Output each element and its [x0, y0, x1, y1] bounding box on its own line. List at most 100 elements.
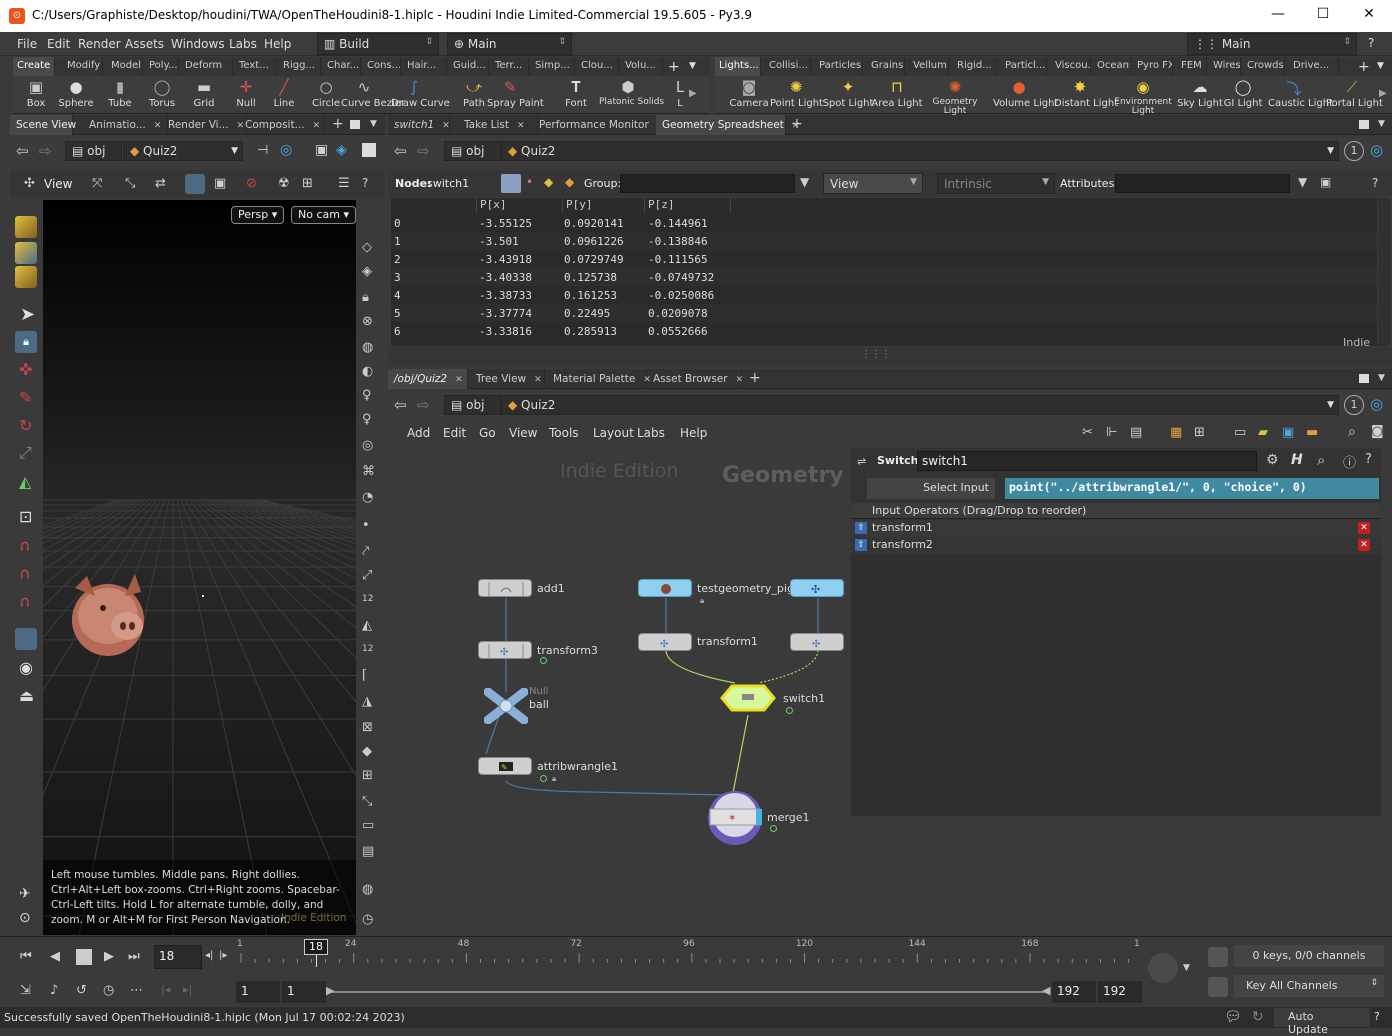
lighting-icon[interactable]: ◐: [362, 364, 373, 379]
link-icon[interactable]: ◎: [1370, 141, 1383, 159]
key-channels-combo[interactable]: Key All Channels ⇕: [1234, 975, 1384, 997]
chevron-down-icon[interactable]: ▼: [370, 119, 377, 129]
gear-icon[interactable]: ⚙: [1266, 452, 1279, 468]
edge-icon[interactable]: ◮: [362, 694, 372, 709]
handle-icon[interactable]: ✜: [19, 360, 32, 379]
image-icon[interactable]: ▣: [1282, 425, 1294, 440]
tree-icon[interactable]: ⊩: [1106, 425, 1117, 440]
pane-divider[interactable]: ⋮⋮⋮: [388, 347, 1392, 367]
tab-animation[interactable]: Animatio... ✕: [83, 115, 168, 135]
record-icon[interactable]: ◉: [19, 658, 33, 677]
select-input-expression[interactable]: point("../attribwrangle1/", 0, "choice",…: [1005, 478, 1379, 499]
menu-labs[interactable]: Labs: [229, 37, 257, 51]
tab-switch1[interactable]: switch1 ✕: [388, 115, 450, 135]
right-desktop-combo[interactable]: ⋮⋮ Main ⇕: [1187, 33, 1357, 55]
shelf-tool-geometry-light[interactable]: ✺ Geometry Light: [924, 78, 986, 116]
shelf-tab[interactable]: Collisi...: [765, 57, 811, 76]
snapshot-icon[interactable]: ▣: [315, 142, 328, 158]
link-icon[interactable]: ◎: [280, 142, 292, 158]
view-label[interactable]: View: [44, 177, 72, 191]
shelf-tool-sphere[interactable]: ● Sphere: [53, 78, 99, 109]
link-icon[interactable]: ◎: [1370, 395, 1383, 413]
current-frame-field[interactable]: 18: [154, 945, 202, 969]
help-icon[interactable]: ?: [1368, 36, 1374, 50]
help-icon[interactable]: ?: [1374, 1010, 1380, 1023]
range-left-handle-icon[interactable]: ▶: [326, 984, 334, 997]
shelf-tab[interactable]: Terr...: [491, 57, 529, 76]
shelf-tab[interactable]: Volu...: [621, 57, 663, 76]
audio-icon[interactable]: ♪: [50, 983, 58, 998]
range-start-jump-icon[interactable]: |◂: [161, 983, 170, 996]
loop-icon[interactable]: ↺: [76, 983, 87, 998]
lock-icon[interactable]: 🔒︎: [15, 331, 37, 353]
path-root[interactable]: ▤ obj: [444, 395, 501, 415]
chat-icon[interactable]: 💬︎: [1224, 1009, 1242, 1025]
corner-icon[interactable]: ⌈: [362, 668, 367, 683]
play-icon[interactable]: ▶: [104, 949, 114, 964]
path-node[interactable]: ◆ Quiz2 ▼: [501, 395, 1339, 415]
node-value[interactable]: switch1: [427, 177, 469, 190]
chevron-down-icon[interactable]: ▼: [1378, 373, 1385, 383]
shelf-tab[interactable]: Cons...: [363, 57, 401, 76]
menu-render[interactable]: Render: [78, 37, 121, 51]
vertices-mode-icon[interactable]: •: [526, 175, 533, 189]
camera-menu[interactable]: No cam ▾: [291, 206, 356, 224]
pane-link-badge[interactable]: 1: [1344, 141, 1364, 161]
maximize-pane-icon[interactable]: [1359, 374, 1369, 383]
sticky-note-icon[interactable]: ▰: [1258, 425, 1268, 440]
column-header[interactable]: P[y]: [563, 198, 645, 213]
options-icon[interactable]: ▣: [1320, 175, 1331, 189]
help-icon[interactable]: ?: [1372, 176, 1378, 190]
step-back-icon[interactable]: ◂|: [205, 950, 213, 961]
chevron-down-icon[interactable]: ▼: [1183, 963, 1190, 973]
add-shelf-icon[interactable]: +: [1358, 59, 1370, 75]
box-icon[interactable]: ▬: [1306, 425, 1318, 440]
node-testgeometry-2[interactable]: ✣: [790, 579, 844, 597]
background-icon[interactable]: ◔: [362, 490, 373, 505]
number-icon[interactable]: 12: [362, 644, 373, 654]
select-edge-icon[interactable]: [15, 266, 37, 288]
detail-mode-icon[interactable]: ◆: [565, 175, 574, 189]
remove-input-icon[interactable]: ✕: [1358, 539, 1370, 551]
menu-file[interactable]: File: [17, 37, 37, 51]
select-object-icon[interactable]: [15, 216, 37, 238]
forward-arrow-icon[interactable]: ⇨: [417, 142, 430, 160]
shelf-tab[interactable]: Rigid...: [953, 57, 997, 76]
help-h-icon[interactable]: H: [1291, 452, 1303, 468]
display-icon[interactable]: ◇: [362, 240, 372, 255]
camera-icon[interactable]: ◙: [1371, 424, 1384, 439]
shelf-tool-draw-curve[interactable]: ∫ Draw Curve: [391, 78, 450, 109]
shelf-scroll-icon[interactable]: ▶: [1379, 88, 1387, 99]
maximize-pane-icon[interactable]: [350, 120, 360, 129]
shelf-tool-font[interactable]: 𝐓 Font: [553, 78, 599, 109]
network-menu-help[interactable]: Help: [680, 426, 707, 440]
back-arrow-icon[interactable]: ⇦: [16, 142, 29, 160]
keys-status[interactable]: 0 keys, 0/0 channels: [1234, 945, 1384, 967]
maximize-button[interactable]: ☐: [1308, 6, 1338, 22]
expand-icon[interactable]: ⤡: [362, 794, 372, 809]
input-row[interactable]: ⇧ transform2 ✕: [851, 537, 1381, 554]
dolly-icon[interactable]: ⇄: [155, 176, 166, 191]
node-ball[interactable]: [484, 688, 528, 724]
shelf-tab[interactable]: Hair...: [403, 57, 447, 76]
shelf-tool-spot-light[interactable]: ✦ Spot Light: [822, 78, 874, 109]
grid-view-icon[interactable]: ▦: [1170, 425, 1182, 440]
view-combo[interactable]: View ▼: [823, 173, 923, 194]
shelf-tab[interactable]: Create: [13, 57, 55, 76]
back-arrow-icon[interactable]: ⇦: [394, 142, 407, 160]
table-row[interactable]: 1 -3.501 0.0961226 -0.138846: [391, 232, 1377, 250]
shelf-tab[interactable]: Text...: [235, 57, 277, 76]
step-forward-icon[interactable]: |▸: [219, 950, 227, 961]
camera-icon[interactable]: ⌘: [362, 464, 375, 479]
add-shelf-icon[interactable]: +: [668, 59, 680, 75]
magnet-icon[interactable]: ∩: [19, 536, 31, 555]
shelf-tool-volume-light[interactable]: ● Volume Light: [993, 78, 1058, 109]
grid-icon[interactable]: ⊞: [362, 768, 373, 783]
shelf-tab[interactable]: Poly...: [145, 57, 179, 76]
camera-mode-icon[interactable]: [185, 174, 205, 194]
normals-icon[interactable]: ⤤: [362, 544, 369, 559]
search-icon[interactable]: ⌕: [1348, 424, 1356, 440]
shading-icon[interactable]: ◍: [362, 340, 373, 355]
globe-icon[interactable]: ◍: [362, 882, 373, 897]
rect-icon[interactable]: ▭: [362, 818, 374, 833]
